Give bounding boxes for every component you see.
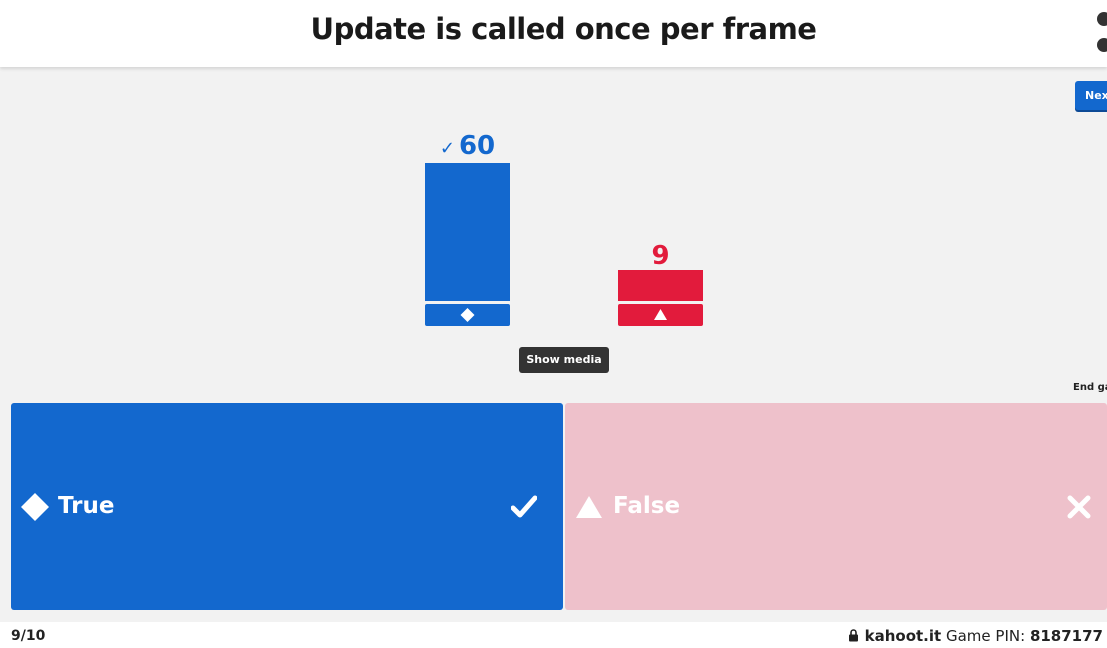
checkmark-icon xyxy=(511,495,537,518)
false-result-bar xyxy=(618,270,703,301)
answer-false: False xyxy=(565,403,1107,610)
sound-icon[interactable] xyxy=(1097,12,1107,26)
next-button[interactable]: Next xyxy=(1075,81,1107,110)
true-bar-base xyxy=(425,304,510,326)
game-pin-area: kahoot.it Game PIN: 8187177 xyxy=(848,627,1103,645)
question-title: Update is called once per frame xyxy=(310,12,817,46)
game-pin-value: 8187177 xyxy=(1029,627,1103,645)
triangle-icon xyxy=(654,309,667,320)
game-pin-label: Game PIN: xyxy=(945,627,1026,645)
false-bar-base xyxy=(618,304,703,326)
true-result-bar xyxy=(425,163,510,301)
footer-bar: 9/10 kahoot.it Game PIN: 8187177 xyxy=(0,622,1107,648)
correct-check-icon: ✓ xyxy=(439,138,455,159)
true-count: ✓ 60 xyxy=(439,131,496,161)
diamond-icon xyxy=(460,308,475,322)
false-count: 9 xyxy=(651,241,670,271)
answer-false-label: False xyxy=(613,493,681,519)
fullscreen-icon[interactable] xyxy=(1097,38,1107,52)
answer-true: True xyxy=(11,403,563,610)
triangle-icon xyxy=(576,496,602,518)
header-bar: Update is called once per frame xyxy=(0,0,1107,67)
question-progress: 9/10 xyxy=(11,628,46,644)
diamond-icon xyxy=(21,493,49,521)
kahoot-site-label: kahoot.it xyxy=(864,627,942,645)
lock-icon xyxy=(848,629,858,642)
end-game-button[interactable]: End game xyxy=(1073,382,1107,393)
answer-true-label: True xyxy=(58,493,115,519)
cross-icon xyxy=(1067,495,1091,519)
show-media-button[interactable]: Show media xyxy=(519,347,609,373)
